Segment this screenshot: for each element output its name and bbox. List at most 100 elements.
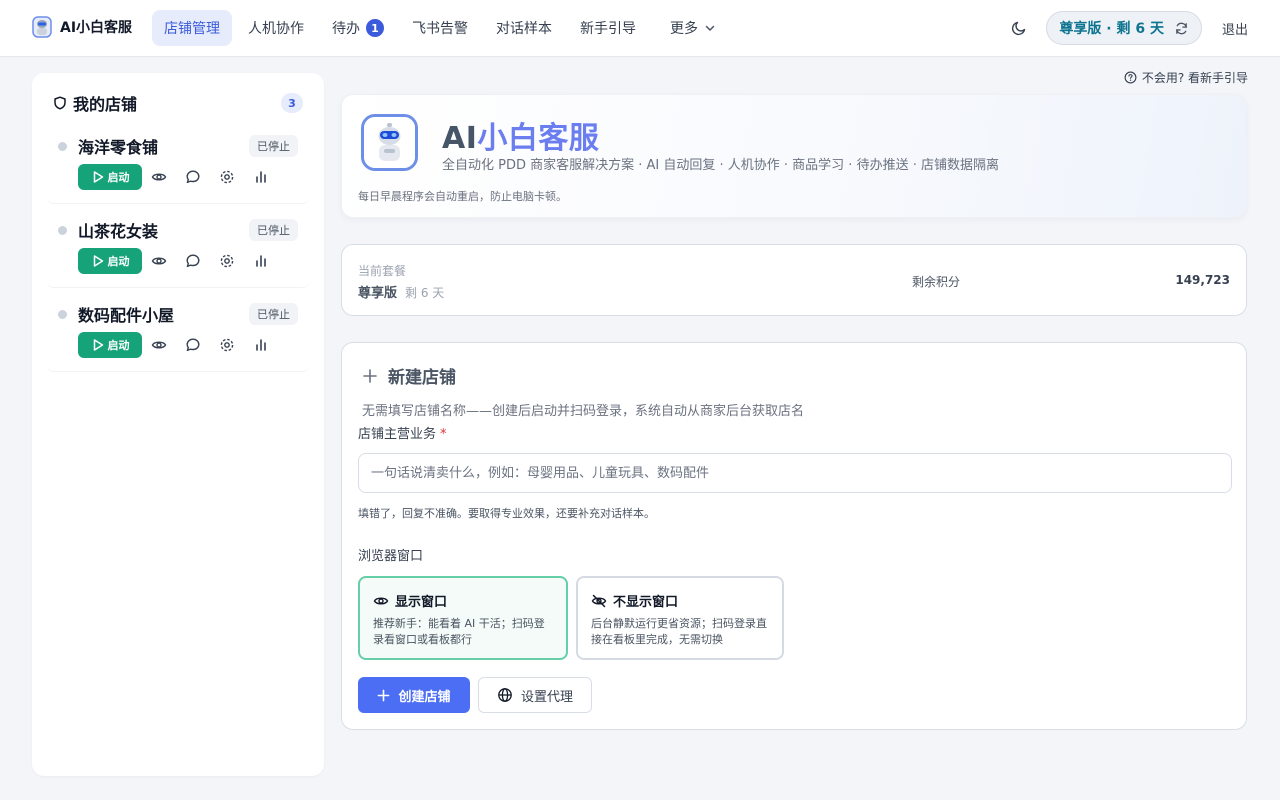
window-field-label: 浏览器窗口 [358,549,424,564]
shop-actions: 启动 [78,248,278,274]
shop-actions: 启动 [78,164,278,190]
shop-status-badge: 已停止 [249,219,298,241]
hero-title-prefix: AI [442,121,478,156]
robot-logo-icon [32,16,52,38]
create-shop-button-label: 创建店铺 [398,689,451,705]
moon-icon [1011,20,1027,36]
eye-icon [373,593,389,609]
nav-label: 更多 [670,21,698,37]
plan-days: 剩 6 天 [405,286,445,300]
plan-card: 当前套餐 尊享版剩 6 天 剩余积分 149,723 [341,244,1247,316]
shop-name: 山茶花女装 [78,222,159,241]
nav-shop-management[interactable]: 店铺管理 [152,10,232,46]
help-link-text: 不会用? 看新手引导 [1141,71,1248,85]
nav-label: 新手引导 [580,21,636,37]
top-bar: AI小白客服 店铺管理 人机协作 待办 1 飞书告警 对话样本 新手引导 更多 [0,0,1280,57]
bar-chart-icon[interactable] [244,248,278,274]
required-mark: * [440,427,447,442]
nav-label: 对话样本 [496,21,552,37]
dark-mode-toggle[interactable] [1004,11,1034,45]
option-title: 显示窗口 [395,595,448,610]
shop-status-badge: 已停止 [249,303,298,325]
bar-chart-icon[interactable] [244,332,278,358]
main-nav: 店铺管理 人机协作 待办 1 飞书告警 对话样本 新手引导 更多 [152,10,728,46]
start-shop-button[interactable]: 启动 [78,332,142,358]
shield-icon [53,96,67,110]
brand-name: AI小白客服 [60,20,133,36]
chat-icon[interactable] [176,332,210,358]
plan-name: 尊享版 [358,286,398,301]
biz-input[interactable] [358,453,1232,493]
status-dot [58,226,67,235]
start-label: 启动 [107,171,130,184]
globe-icon [497,687,513,703]
status-dot [58,142,67,151]
plan-status-pill[interactable]: 尊享版 · 剩 6 天 [1046,11,1202,45]
shop-name: 数码配件小屋 [78,306,175,325]
eye-icon[interactable] [142,164,176,190]
logout-link[interactable]: 退出 [1222,19,1248,38]
brand[interactable]: AI小白客服 [32,16,132,38]
hero-note: 每日早晨程序会自动重启，防止电脑卡顿。 [358,190,567,203]
sidebar-header: 我的店铺 3 [53,92,303,114]
gear-icon[interactable] [210,248,244,274]
plan-label: 当前套餐 [358,264,407,278]
shop-actions: 启动 [78,332,278,358]
create-shop-header: 新建店铺 [362,363,456,388]
nav-feishu-alert[interactable]: 飞书告警 [400,10,480,46]
robot-logo-icon [361,114,418,171]
bar-chart-icon[interactable] [244,164,278,190]
nav-label: 店铺管理 [164,21,220,37]
refresh-icon[interactable] [1174,21,1189,36]
create-shop-button[interactable]: 创建店铺 [358,677,470,713]
chat-icon[interactable] [176,164,210,190]
nav-human-collab[interactable]: 人机协作 [236,10,316,46]
show-window-option[interactable]: 显示窗口 推荐新手：能看着 AI 干活；扫码登录看窗口或看板都行 [358,576,568,660]
points-value: 149,723 [1175,273,1230,287]
status-dot [58,310,67,319]
start-shop-button[interactable]: 启动 [78,164,142,190]
nav-dialog-samples[interactable]: 对话样本 [484,10,564,46]
biz-label-text: 店铺主营业务 [358,427,437,442]
set-proxy-button-label: 设置代理 [520,689,573,705]
gear-icon[interactable] [210,332,244,358]
create-shop-title: 新建店铺 [388,368,456,388]
shop-item[interactable]: 数码配件小屋 已停止 启动 [46,298,310,372]
hero-title-suffix: 小白客服 [477,121,600,156]
play-icon [91,170,105,184]
hide-window-option[interactable]: 不显示窗口 后台静默运行更省资源；扫码登录直接在看板里完成，无需切换 [576,576,784,660]
nav-todo[interactable]: 待办 1 [320,10,396,46]
play-icon [91,338,105,352]
option-header: 显示窗口 [373,591,553,610]
create-shop-desc: 无需填写店铺名称——创建后启动并扫码登录，系统自动从商家后台获取店名 [362,404,805,419]
nav-label: 飞书告警 [412,21,468,37]
shop-sidebar: 我的店铺 3 海洋零食铺 已停止 启动 山茶花女装 已停止 启动 数码配件小屋 … [32,73,324,776]
hero-banner: AI小白客服 全自动化 PDD 商家客服解决方案 · AI 自动回复 · 人机协… [341,94,1247,218]
todo-count-badge: 1 [366,19,384,37]
nav-label: 待办 [332,21,360,37]
biz-field-label: 店铺主营业务 * [358,423,447,442]
top-right-controls: 尊享版 · 剩 6 天 退出 [1004,11,1248,45]
start-shop-button[interactable]: 启动 [78,248,142,274]
hero-title: AI小白客服 [442,113,599,157]
nav-more-dropdown[interactable]: 更多 [658,10,728,46]
beginner-guide-link[interactable]: 不会用? 看新手引导 [1124,69,1248,86]
eye-off-icon [591,593,607,609]
sidebar-title: 我的店铺 [73,95,138,114]
chevron-down-icon [704,22,716,34]
shop-item[interactable]: 海洋零食铺 已停止 启动 [46,130,310,204]
option-desc: 推荐新手：能看着 AI 干活；扫码登录看窗口或看板都行 [373,617,545,646]
chat-icon[interactable] [176,248,210,274]
option-desc: 后台静默运行更省资源；扫码登录直接在看板里完成，无需切换 [591,617,767,646]
shop-count-badge: 3 [281,93,303,113]
shop-item[interactable]: 山茶花女装 已停止 启动 [46,214,310,288]
create-shop-card: 新建店铺 无需填写店铺名称——创建后启动并扫码登录，系统自动从商家后台获取店名 … [341,342,1247,730]
gear-icon[interactable] [210,164,244,190]
shop-status-badge: 已停止 [249,135,298,157]
shop-name: 海洋零食铺 [78,138,159,157]
eye-icon[interactable] [142,248,176,274]
nav-beginner-guide[interactable]: 新手引导 [568,10,648,46]
plus-icon [377,689,390,702]
eye-icon[interactable] [142,332,176,358]
set-proxy-button[interactable]: 设置代理 [478,677,592,713]
